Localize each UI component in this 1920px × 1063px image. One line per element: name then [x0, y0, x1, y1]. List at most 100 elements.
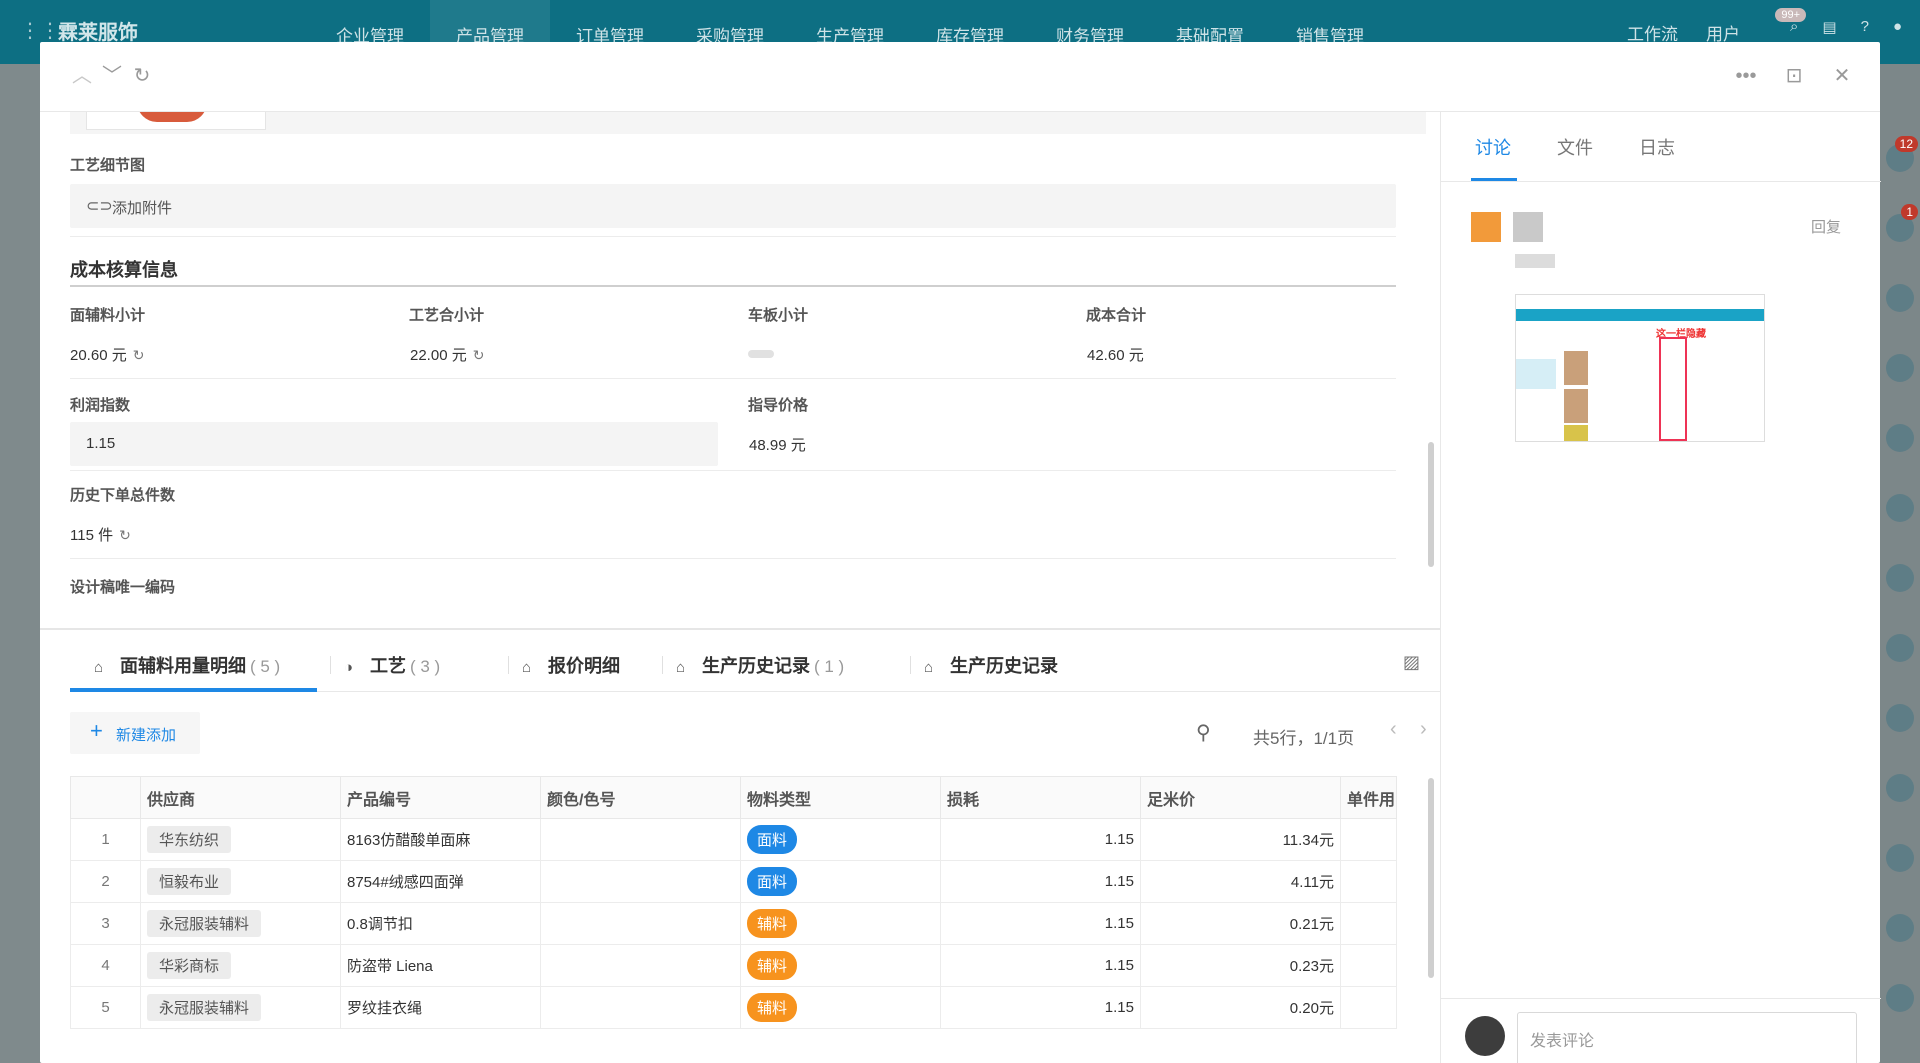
avatar[interactable]: [1471, 212, 1501, 242]
loss-cell[interactable]: 1.15: [940, 860, 1141, 903]
reply-link[interactable]: 回复: [1811, 216, 1841, 237]
supplier-chip[interactable]: 华东纺织: [147, 826, 232, 853]
search-icon[interactable]: ⌕: [1790, 18, 1798, 36]
table-row[interactable]: 2 恒毅布业 8754#绒感四面弹 面料 1.15 4.11元: [70, 860, 1397, 903]
unit-usage-cell[interactable]: [1340, 986, 1397, 1029]
color-cell[interactable]: [540, 902, 741, 945]
side-avatar[interactable]: [1886, 984, 1914, 1012]
supplier-chip[interactable]: 恒毅布业: [147, 868, 232, 895]
side-avatar[interactable]: [1886, 704, 1914, 732]
material-type-cell[interactable]: 辅料: [740, 902, 941, 945]
loss-cell[interactable]: 1.15: [940, 902, 1141, 945]
add-new-button[interactable]: + 新建添加: [70, 712, 200, 754]
table-row[interactable]: 5 永冠服装辅料 罗纹挂衣绳 辅料 1.15 0.20元: [70, 986, 1397, 1029]
column-header[interactable]: 产品编号: [340, 776, 541, 819]
comment-screenshot[interactable]: 这一栏隐藏: [1515, 294, 1765, 442]
profit-index-field[interactable]: 1.15: [70, 422, 718, 466]
supplier-cell[interactable]: 恒毅布业: [140, 860, 341, 903]
tab-production-history[interactable]: ⌂ 生产历史记录( 1 ): [676, 630, 844, 692]
column-header[interactable]: 物料类型: [740, 776, 941, 819]
color-cell[interactable]: [540, 944, 741, 987]
table-row[interactable]: 4 华彩商标 防盗带 Liena 辅料 1.15 0.23元: [70, 944, 1397, 987]
search-icon[interactable]: ⚲: [1196, 720, 1211, 745]
refresh-icon[interactable]: ↻: [473, 347, 485, 364]
upper-scrollbar[interactable]: [1428, 442, 1434, 567]
column-header[interactable]: 单件用: [1340, 776, 1397, 819]
unit-usage-cell[interactable]: [1340, 818, 1397, 861]
refresh-icon[interactable]: ↻: [133, 347, 145, 364]
refresh-icon[interactable]: ↻: [130, 64, 154, 88]
supplier-chip[interactable]: 永冠服装辅料: [147, 994, 262, 1021]
supplier-chip[interactable]: 华彩商标: [147, 952, 232, 979]
price-cell[interactable]: 11.34元: [1140, 818, 1341, 861]
tab-quote[interactable]: ⌂ 报价明细: [522, 630, 620, 692]
tab-log[interactable]: 日志: [1639, 134, 1675, 160]
attach-box[interactable]: ⊂⊃ 添加附件: [70, 184, 1396, 228]
avatar[interactable]: ●: [1893, 18, 1902, 36]
price-cell[interactable]: 0.21元: [1140, 902, 1341, 945]
material-type-cell[interactable]: 辅料: [740, 944, 941, 987]
loss-cell[interactable]: 1.15: [940, 944, 1141, 987]
table-scrollbar[interactable]: [1428, 778, 1434, 978]
price-cell[interactable]: 0.20元: [1140, 986, 1341, 1029]
refresh-icon[interactable]: ↻: [119, 527, 131, 544]
close-icon[interactable]: ✕: [1830, 64, 1854, 88]
apps-grid-icon[interactable]: ⋮⋮: [20, 20, 60, 42]
loss-cell[interactable]: 1.15: [940, 986, 1141, 1029]
side-avatar[interactable]: [1886, 424, 1914, 452]
table-row[interactable]: 1 华东纺织 8163仿醋酸单面麻 面料 1.15 11.34元: [70, 818, 1397, 861]
side-avatar[interactable]: [1886, 774, 1914, 802]
supplier-cell[interactable]: 华彩商标: [140, 944, 341, 987]
tab-files[interactable]: 文件: [1557, 134, 1593, 160]
product-image[interactable]: [86, 112, 266, 130]
tab-production-history-2[interactable]: ⌂ 生产历史记录: [924, 630, 1058, 692]
tab-craft[interactable]: ◑ 工艺( 3 ): [344, 630, 440, 692]
price-cell[interactable]: 4.11元: [1140, 860, 1341, 903]
color-cell[interactable]: [540, 986, 741, 1029]
hide-panel-icon[interactable]: ▨: [1403, 652, 1420, 673]
side-avatar[interactable]: [1886, 564, 1914, 592]
side-avatar[interactable]: [1886, 494, 1914, 522]
supplier-cell[interactable]: 华东纺织: [140, 818, 341, 861]
comment-input[interactable]: 发表评论: [1517, 1012, 1857, 1063]
material-type-cell[interactable]: 面料: [740, 860, 941, 903]
more-icon[interactable]: •••: [1734, 64, 1758, 88]
supplier-cell[interactable]: 永冠服装辅料: [140, 902, 341, 945]
supplier-cell[interactable]: 永冠服装辅料: [140, 986, 341, 1029]
side-avatar[interactable]: [1886, 354, 1914, 382]
column-header[interactable]: 损耗: [940, 776, 1141, 819]
side-avatar[interactable]: [1886, 914, 1914, 942]
help-icon[interactable]: ?: [1861, 18, 1869, 36]
supplier-chip[interactable]: 永冠服装辅料: [147, 910, 262, 937]
chevron-up-icon[interactable]: ︿: [70, 64, 94, 88]
color-cell[interactable]: [540, 860, 741, 903]
side-avatar[interactable]: [1886, 844, 1914, 872]
column-header[interactable]: 颜色/色号: [540, 776, 741, 819]
side-avatar[interactable]: [1886, 284, 1914, 312]
notification-icon[interactable]: ▤: [1822, 18, 1836, 36]
product-code-cell[interactable]: 8163仿醋酸单面麻: [340, 818, 541, 861]
column-header[interactable]: 供应商: [140, 776, 341, 819]
product-code-cell[interactable]: 8754#绒感四面弹: [340, 860, 541, 903]
side-avatar[interactable]: [1886, 634, 1914, 662]
chevron-down-icon[interactable]: ﹀: [100, 64, 124, 88]
column-header[interactable]: 足米价: [1140, 776, 1341, 819]
tab-discussion[interactable]: 讨论: [1475, 134, 1511, 160]
unit-usage-cell[interactable]: [1340, 902, 1397, 945]
collapse-panel-icon[interactable]: ⊡: [1782, 64, 1806, 88]
product-code-cell[interactable]: 罗纹挂衣绳: [340, 986, 541, 1029]
loss-cell[interactable]: 1.15: [940, 818, 1141, 861]
home-icon: ⌂: [522, 659, 532, 676]
product-code-cell[interactable]: 防盗带 Liena: [340, 944, 541, 987]
table-row[interactable]: 3 永冠服装辅料 0.8调节扣 辅料 1.15 0.21元: [70, 902, 1397, 945]
unit-usage-cell[interactable]: [1340, 944, 1397, 987]
prev-page-icon[interactable]: ‹: [1390, 718, 1397, 741]
color-cell[interactable]: [540, 818, 741, 861]
product-code-cell[interactable]: 0.8调节扣: [340, 902, 541, 945]
next-page-icon[interactable]: ›: [1420, 718, 1427, 741]
material-type-cell[interactable]: 面料: [740, 818, 941, 861]
material-type-cell[interactable]: 辅料: [740, 986, 941, 1029]
tab-materials[interactable]: ⌂ 面辅料用量明细( 5 ): [94, 630, 280, 692]
price-cell[interactable]: 0.23元: [1140, 944, 1341, 987]
unit-usage-cell[interactable]: [1340, 860, 1397, 903]
